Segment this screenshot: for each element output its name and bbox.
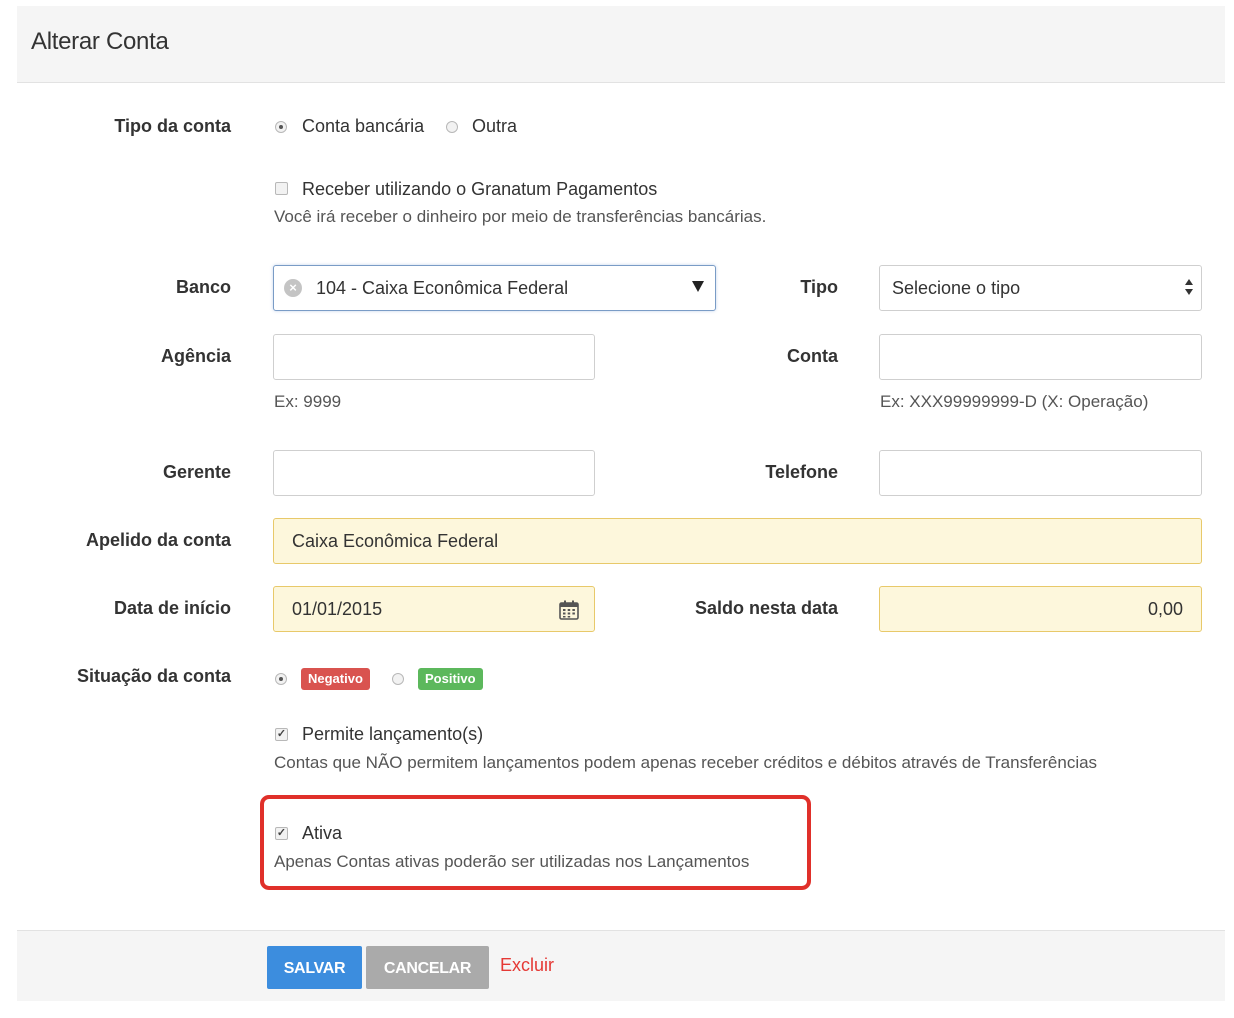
data-inicio-label: Data de início [113,598,231,618]
agencia-label: Agência [160,346,231,366]
apelido-input[interactable]: Caixa Econômica Federal [273,518,1202,564]
permite-help: Contas que NÃO permitem lançamentos pode… [274,753,1098,772]
situacao-label: Situação da conta [76,666,231,686]
telefone-input[interactable] [879,450,1202,496]
ativa-label[interactable]: Ativa [302,823,342,844]
radio-outra-label[interactable]: Outra [472,116,517,137]
tipo-value: Selecione o tipo [892,278,1021,298]
gerente-label: Gerente [162,462,231,482]
banco-label: Banco [175,277,231,297]
conta-help: Ex: XXX99999999-D (X: Operação) [880,392,1149,411]
calendar-icon[interactable] [558,599,580,621]
data-inicio-value: 01/01/2015 [292,599,383,619]
tipo-label: Tipo [800,277,838,297]
saldo-input[interactable]: 0,00 [879,586,1202,632]
banco-value: 104 - Caixa Econômica Federal [316,278,569,298]
radio-negativo[interactable] [275,673,287,685]
granatum-help: Você irá receber o dinheiro por meio de … [274,207,767,226]
radio-outra[interactable] [446,121,458,133]
permite-checkbox[interactable]: ✓ [275,728,288,741]
page-title: Alterar Conta [31,28,169,55]
conta-input[interactable] [879,334,1202,380]
agencia-input[interactable] [273,334,595,380]
radio-conta-bancaria-label[interactable]: Conta bancária [302,116,424,137]
radio-positivo[interactable] [392,673,404,685]
ativa-checkbox[interactable]: ✓ [275,827,288,840]
data-inicio-input[interactable]: 01/01/2015 [273,586,595,632]
ativa-help: Apenas Contas ativas poderão ser utiliza… [274,852,750,871]
save-button[interactable]: SALVAR [267,946,362,989]
cancel-button[interactable]: CANCELAR [366,946,489,989]
granatum-label[interactable]: Receber utilizando o Granatum Pagamentos [302,179,657,200]
clear-icon[interactable]: × [284,279,302,297]
permite-label[interactable]: Permite lançamento(s) [302,724,483,745]
agencia-help: Ex: 9999 [274,392,342,411]
delete-link[interactable]: Excluir [500,955,554,976]
granatum-checkbox[interactable] [275,182,288,195]
gerente-input[interactable] [273,450,595,496]
modal-footer [17,930,1225,1001]
negativo-badge[interactable]: Negativo [301,668,370,690]
saldo-label: Saldo nesta data [694,598,838,618]
conta-label: Conta [787,346,838,366]
radio-conta-bancaria[interactable] [275,121,287,133]
dropdown-arrow-icon[interactable] [692,281,704,292]
highlight-box [260,795,811,890]
positivo-badge[interactable]: Positivo [418,668,483,690]
telefone-label: Telefone [765,462,838,482]
tipo-select[interactable]: Selecione o tipo [879,265,1202,311]
modal-header [17,6,1225,83]
select-updown-icon[interactable] [1184,279,1194,299]
banco-select[interactable]: 104 - Caixa Econômica Federal [273,265,716,311]
apelido-label: Apelido da conta [85,530,231,550]
tipo-conta-label: Tipo da conta [114,116,231,136]
